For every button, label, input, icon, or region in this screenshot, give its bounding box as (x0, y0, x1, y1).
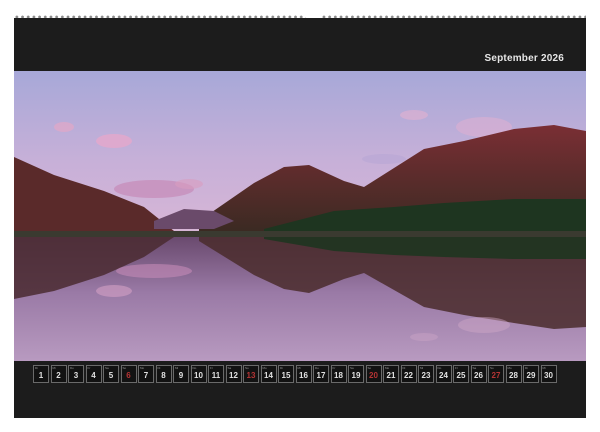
photo-drawing (14, 71, 586, 361)
weekday-label: So (122, 366, 127, 370)
day-cell[interactable]: So 6 (120, 365, 137, 383)
day-cell[interactable]: So 20 (365, 365, 382, 383)
day-cell[interactable]: So 27 (488, 365, 504, 383)
weekday-label: Mo (140, 366, 145, 370)
day-number: 4 (91, 371, 96, 380)
day-cell[interactable]: Sa 19 (348, 365, 364, 383)
weekday-label: Mo (385, 366, 390, 370)
day-cell[interactable]: Di 1 (33, 365, 49, 383)
day-number: 14 (264, 371, 273, 380)
day-number: 9 (178, 371, 184, 380)
weekday-label: So (490, 366, 494, 370)
weekday-label: Mo (262, 366, 267, 370)
day-cell[interactable]: Di 15 (278, 365, 294, 383)
day-cell[interactable]: Mi 16 (295, 365, 312, 383)
day-cell[interactable]: Di 22 (400, 365, 417, 383)
weekday-label: Sa (227, 366, 232, 370)
month-title: September 2026 (484, 53, 564, 64)
day-cell[interactable]: Do 17 (313, 365, 329, 383)
weekday-label: Mi (52, 366, 56, 370)
weekday-label: Do (192, 366, 197, 370)
day-number: 19 (351, 371, 361, 380)
day-number: 20 (369, 371, 378, 380)
weekday-label: Di (35, 366, 38, 370)
day-number: 21 (386, 371, 396, 380)
weekday-label: Fr (455, 366, 458, 370)
weekday-label: Mi (420, 366, 424, 370)
day-cell[interactable]: Di 29 (523, 365, 539, 383)
day-strip: Di 1 Mi 2 Do 3 Fr 4 Sa 5 So 6 Mo 7 Di 8 Mi 9 Do 10 Fr 11 Sa 12 S… (33, 365, 557, 383)
day-number: 7 (143, 371, 149, 380)
day-number: 1 (38, 371, 44, 380)
day-number: 3 (73, 371, 79, 380)
weekday-label: Fr (87, 366, 91, 370)
weekday-label: Di (280, 366, 283, 370)
weekday-label: Do (437, 366, 442, 370)
day-cell[interactable]: Mi 23 (418, 365, 434, 383)
day-number: 13 (246, 371, 256, 380)
day-number: 10 (194, 371, 203, 380)
day-number: 27 (491, 371, 501, 380)
day-number: 29 (526, 371, 536, 380)
day-number: 28 (509, 371, 518, 380)
day-cell[interactable]: Fr 11 (208, 365, 224, 383)
day-cell[interactable]: Mo 14 (260, 365, 277, 383)
day-cell[interactable]: Fr 18 (330, 365, 347, 383)
day-cell[interactable]: Sa 12 (225, 365, 242, 383)
weekday-label: Mi (542, 366, 546, 370)
day-cell[interactable]: Mi 2 (50, 365, 67, 383)
calendar-page: September 2026 Di 1 Mi 2 Do 3 Fr 4 Sa 5 … (14, 18, 586, 418)
day-number: 5 (108, 371, 114, 380)
day-number: 18 (334, 371, 343, 380)
day-cell[interactable]: Mo 28 (505, 365, 522, 383)
weekday-label: Di (157, 366, 161, 370)
weekday-label: Sa (472, 366, 477, 370)
weekday-label: Fr (332, 366, 336, 370)
weekday-label: Fr (210, 366, 213, 370)
day-number: 2 (56, 371, 61, 380)
day-cell[interactable]: Mi 9 (173, 365, 189, 383)
day-number: 30 (544, 371, 553, 380)
weekday-label: Di (402, 366, 406, 370)
day-cell[interactable]: Mo 21 (383, 365, 399, 383)
day-number: 17 (316, 371, 326, 380)
day-cell[interactable]: Sa 5 (103, 365, 119, 383)
weekday-label: Mi (297, 366, 301, 370)
day-number: 16 (299, 371, 308, 380)
day-cell[interactable]: Mo 7 (138, 365, 154, 383)
day-cell[interactable]: Di 8 (155, 365, 172, 383)
day-number: 24 (439, 371, 448, 380)
day-number: 11 (211, 371, 221, 380)
weekday-label: Do (315, 366, 319, 370)
day-number: 6 (126, 371, 131, 380)
day-cell[interactable]: Fr 25 (453, 365, 469, 383)
weekday-label: Sa (350, 366, 354, 370)
day-number: 25 (456, 371, 466, 380)
day-number: 15 (281, 371, 291, 380)
weekday-label: So (245, 366, 249, 370)
day-cell[interactable]: Fr 4 (85, 365, 102, 383)
day-number: 22 (404, 371, 413, 380)
day-number: 8 (161, 371, 166, 380)
weekday-label: Sa (105, 366, 109, 370)
weekday-label: Mi (175, 366, 179, 370)
weekday-label: So (367, 366, 372, 370)
day-cell[interactable]: So 13 (243, 365, 259, 383)
weekday-label: Mo (507, 366, 512, 370)
day-cell[interactable]: Do 3 (68, 365, 84, 383)
day-cell[interactable]: Do 10 (190, 365, 207, 383)
day-number: 23 (421, 371, 431, 380)
day-number: 26 (474, 371, 483, 380)
day-cell[interactable]: Do 24 (435, 365, 452, 383)
weekday-label: Di (525, 366, 528, 370)
day-number: 12 (229, 371, 238, 380)
day-cell[interactable]: Mi 30 (540, 365, 557, 383)
landscape-photo (14, 71, 586, 361)
day-cell[interactable]: Sa 26 (470, 365, 487, 383)
weekday-label: Do (70, 366, 74, 370)
